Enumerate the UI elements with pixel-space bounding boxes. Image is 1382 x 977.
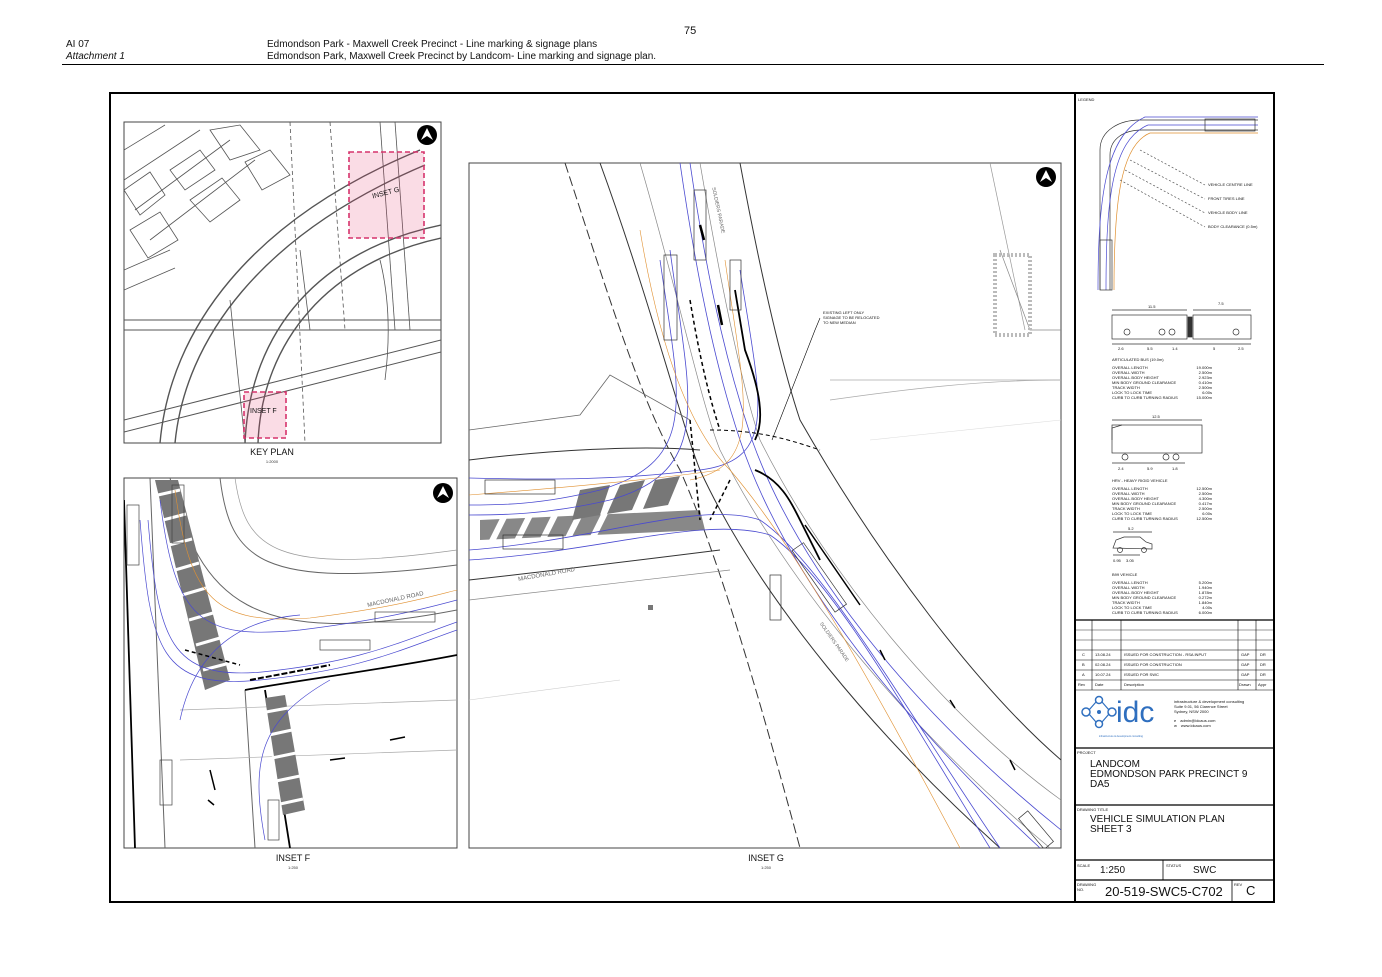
legend-item-front-tires: FRONT TIRES LINE: [1208, 196, 1245, 201]
rev-date: 13.08.24: [1095, 652, 1111, 657]
company-logo-tagline: infrastructure & development consulting: [1099, 735, 1143, 738]
b99-dim-top: 5.2: [1128, 526, 1134, 531]
rev-label: REV: [1234, 882, 1243, 887]
legend-item-body-line: VEHICLE BODY LINE: [1208, 210, 1248, 215]
bus-dim-bottom-2: 5.5: [1147, 346, 1153, 351]
revision-header: Rev Date Description Drawn Appr: [1075, 682, 1274, 690]
b99-dim-bottom-2: 3.05: [1126, 558, 1134, 563]
rev-code: A: [1082, 672, 1085, 677]
b99-specs: OVERALL LENGTH 5.200m OVERALL WIDTH 1.940m…: [1112, 580, 1212, 615]
drawing-no-label: DRAWING NO.: [1077, 882, 1097, 892]
rev-code: C: [1082, 652, 1085, 657]
b99-spec-label: CURB TO CURB TURNING RADIUS: [1112, 610, 1178, 615]
hrv-dim-bottom-3: 1.8: [1172, 466, 1178, 471]
inset-f-title: INSET F: [275, 853, 311, 863]
rev-drawn: GAP: [1241, 662, 1250, 667]
company-logo-text: idc: [1116, 696, 1155, 729]
legend-item-body-clearance: BODY CLEARANCE (0.5m): [1208, 224, 1258, 229]
rev-header-date: Date: [1095, 682, 1104, 687]
status-label: STATUS: [1166, 863, 1182, 868]
b99-spec-value: 6.000m: [1198, 610, 1212, 615]
project-line: DA5: [1090, 779, 1110, 790]
inset-f-map: [123, 477, 458, 849]
rev-desc: ISSUED FOR CONSTRUCTION: [1124, 662, 1182, 667]
bus-dim-bottom-3: 1.4: [1172, 346, 1178, 351]
bus-spec-value: 15.000m: [1196, 395, 1212, 400]
hrv-name: HRV - HEAVY RIGID VEHICLE: [1112, 478, 1168, 483]
rev-header-appr: Appr: [1258, 682, 1267, 687]
key-plan-scale: 1:2000: [265, 459, 279, 464]
rev-drawn: GAP: [1241, 672, 1250, 677]
rev-header-rev: Rev: [1078, 682, 1086, 687]
scale-value: 1:250: [1100, 865, 1126, 876]
rev-header-drawn: Drawn: [1239, 682, 1251, 687]
key-plan-title: KEY PLAN: [250, 447, 294, 457]
hrv-spec-value: 12.500m: [1196, 516, 1212, 521]
idc-logo-graphic: [1081, 695, 1117, 729]
bus-dim-top-1: 11.5: [1148, 304, 1156, 309]
company-address: infrastructure & development consulting …: [1174, 699, 1245, 728]
hrv-specs: OVERALL LENGTH 12.500m OVERALL WIDTH 2.500…: [1112, 486, 1212, 521]
inset-g-scale: 1:250: [760, 865, 771, 870]
project-text: LANDCOM EDMONDSON PARK PRECINCT 9 DA5: [1090, 760, 1247, 790]
project-line: EDMONDSON PARK PRECINCT 9: [1090, 769, 1248, 780]
inset-g-map: [468, 162, 1062, 849]
rev-value: C: [1246, 883, 1256, 898]
inset-g-note-line-3: TO NEW MEDIAN: [823, 320, 856, 325]
revision-row: C 13.08.24 ISSUED FOR CONSTRUCTION - RSA…: [1075, 652, 1274, 660]
bus-specs: OVERALL LENGTH 19.000m OVERALL WIDTH 2.500…: [1112, 365, 1212, 400]
project-label: PROJECT: [1077, 750, 1096, 755]
b99-dim-bottom-1: 0.95: [1113, 558, 1121, 563]
bus-spec-label: CURB TO CURB TURNING RADIUS: [1112, 395, 1178, 400]
bus-dim-bottom-5: 2.5: [1238, 346, 1244, 351]
drawing-title-text: VEHICLE SIMULATION PLAN SHEET 3: [1090, 815, 1225, 835]
rev-appr: DR: [1260, 652, 1266, 657]
bus-dim-top-2: 7.5: [1218, 301, 1224, 306]
hrv-dim-top: 12.5: [1152, 414, 1160, 419]
drawing-title-label: DRAWING TITLE: [1077, 807, 1109, 812]
company-web: www.idcaus.com: [1180, 723, 1211, 728]
key-plan-inset-f-label: INSET F: [250, 408, 277, 415]
inset-f-scale: 1:250: [287, 865, 298, 870]
rev-drawn: GAP: [1241, 652, 1250, 657]
company-address-line: Sydney, NSW 2000: [1174, 709, 1209, 714]
hrv-spec-label: CURB TO CURB TURNING RADIUS: [1112, 516, 1178, 521]
drawing-no-value: 20-519-SWC5-C702: [1105, 884, 1223, 899]
b99-name: B99 VEHICLE: [1112, 572, 1138, 577]
rev-code: B: [1082, 662, 1085, 667]
revision-row: B 02.08.24 ISSUED FOR CONSTRUCTION GAP D…: [1075, 662, 1274, 670]
key-plan-map: [123, 121, 442, 444]
inset-g-note: EXISTING LEFT ONLY SIGNAGE TO BE RELOCAT…: [823, 310, 879, 325]
rev-date: 10.07.24: [1095, 672, 1111, 677]
inset-g-title: INSET G: [748, 853, 784, 863]
rev-desc: ISSUED FOR CONSTRUCTION - RSA INPUT: [1124, 652, 1207, 657]
drawing-title-line: SHEET 3: [1090, 824, 1132, 835]
status-value: SWC: [1193, 865, 1217, 876]
rev-desc: ISSUED FOR SWC: [1124, 672, 1159, 677]
rev-header-desc: Description: [1124, 682, 1145, 687]
legend-item-centre-line: VEHICLE CENTRE LINE: [1208, 182, 1253, 187]
rev-appr: DR: [1260, 672, 1266, 677]
bus-dim-bottom-4: 5: [1213, 346, 1216, 351]
rev-date: 02.08.24: [1095, 662, 1111, 667]
legend-title: LEGEND: [1078, 97, 1095, 102]
rev-appr: DR: [1260, 662, 1266, 667]
scale-label: SCALE: [1077, 863, 1091, 868]
hrv-dim-bottom-1: 2.4: [1118, 466, 1124, 471]
hrv-dim-bottom-2: 5.9: [1147, 466, 1153, 471]
bus-name: ARTICULATED BUS (19.0m): [1112, 357, 1164, 362]
revision-row: A 10.07.24 ISSUED FOR SWC GAP DR: [1075, 672, 1274, 680]
bus-dim-bottom-1: 2.6: [1118, 346, 1124, 351]
